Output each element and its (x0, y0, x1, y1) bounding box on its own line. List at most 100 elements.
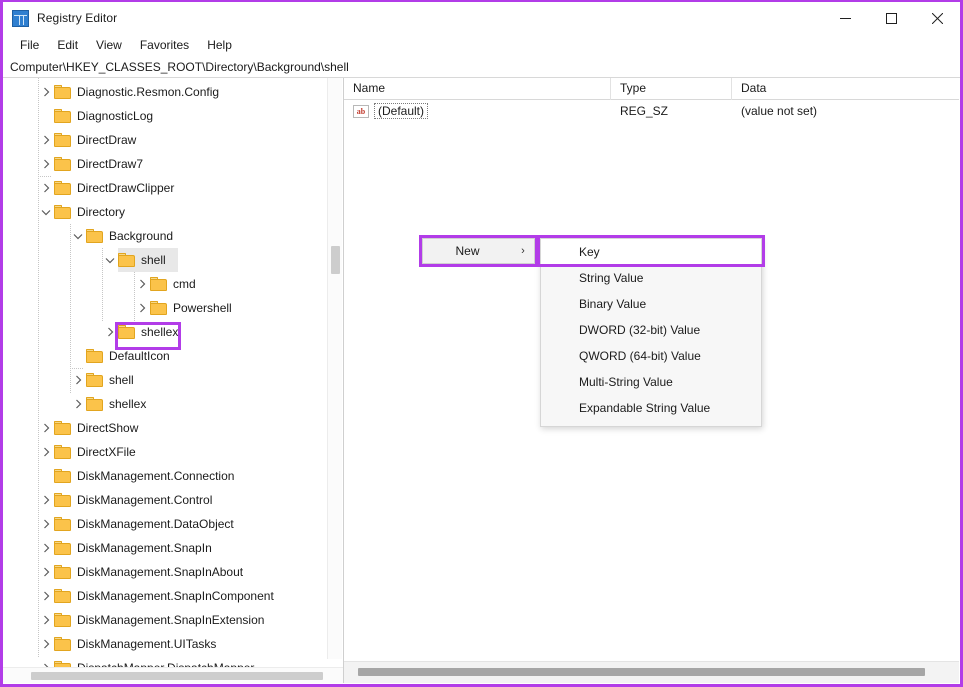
chevron-down-icon[interactable] (38, 200, 54, 224)
tree-item-label: DiskManagement.UITasks (77, 637, 217, 651)
table-row[interactable]: ab (Default) REG_SZ (value not set) (344, 100, 959, 122)
chevron-right-icon[interactable] (38, 128, 54, 152)
close-button[interactable] (914, 2, 960, 34)
column-header-type[interactable]: Type (611, 78, 732, 100)
submenu-item-qword-64-bit-value[interactable]: QWORD (64-bit) Value (541, 343, 761, 369)
folder-icon (54, 493, 71, 507)
folder-icon (54, 157, 71, 171)
folder-icon (54, 469, 71, 483)
chevron-right-icon[interactable] (38, 440, 54, 464)
tree-item-diagnostic-resmon-config[interactable]: Diagnostic.Resmon.Config (3, 80, 325, 104)
tree-item-directdrawclipper[interactable]: DirectDrawClipper (3, 176, 325, 200)
tree-item-diagnosticlog[interactable]: DiagnosticLog (3, 104, 325, 128)
chevron-right-icon[interactable] (38, 488, 54, 512)
menu-edit[interactable]: Edit (48, 35, 87, 56)
tree-item-directshow[interactable]: DirectShow (3, 416, 325, 440)
column-header-data[interactable]: Data (732, 78, 959, 100)
minimize-button[interactable] (822, 2, 868, 34)
chevron-right-icon[interactable] (38, 584, 54, 608)
tree-vertical-scrollbar[interactable] (327, 78, 342, 659)
tree-item-diskmanagement-snapinabout[interactable]: DiskManagement.SnapInAbout (3, 560, 325, 584)
submenu-item-label: Binary Value (579, 297, 647, 311)
tree-item-label: cmd (173, 277, 196, 291)
chevron-right-icon[interactable] (38, 152, 54, 176)
context-menu-new[interactable]: New › (422, 238, 535, 264)
tree-item-defaulticon[interactable]: DefaultIcon (3, 344, 325, 368)
folder-icon (118, 253, 135, 267)
chevron-down-icon[interactable] (102, 248, 118, 272)
submenu-item-binary-value[interactable]: Binary Value (541, 291, 761, 317)
tree-item-label: DiskManagement.Control (77, 493, 213, 507)
chevron-right-icon[interactable] (38, 536, 54, 560)
tree-item-directdraw7[interactable]: DirectDraw7 (3, 152, 325, 176)
tree-item-directdraw[interactable]: DirectDraw (3, 128, 325, 152)
column-header-name[interactable]: Name (344, 78, 611, 100)
chevron-right-icon[interactable] (38, 416, 54, 440)
tree-item-diskmanagement-connection[interactable]: DiskManagement.Connection (3, 464, 325, 488)
chevron-right-icon[interactable] (134, 272, 150, 296)
submenu-item-key[interactable]: Key (541, 239, 761, 265)
chevron-right-icon[interactable] (38, 176, 54, 200)
tree-item-label: shell (141, 253, 166, 267)
tree-item-shell[interactable]: shell (3, 248, 325, 272)
chevron-down-icon[interactable] (70, 224, 86, 248)
chevron-right-icon[interactable] (38, 608, 54, 632)
maximize-button[interactable] (868, 2, 914, 34)
tree-item-shellex[interactable]: shellex (3, 392, 325, 416)
tree-item-label: DiskManagement.Connection (77, 469, 235, 483)
chevron-right-icon[interactable] (70, 392, 86, 416)
address-bar[interactable]: Computer\HKEY_CLASSES_ROOT\Directory\Bac… (3, 57, 960, 78)
tree-item-diskmanagement-snapinextension[interactable]: DiskManagement.SnapInExtension (3, 608, 325, 632)
folder-icon (86, 229, 103, 243)
tree-item-label: Diagnostic.Resmon.Config (77, 85, 220, 99)
tree-item-diskmanagement-snapin[interactable]: DiskManagement.SnapIn (3, 536, 325, 560)
chevron-right-icon[interactable] (38, 632, 54, 656)
tree-item-label: DiskManagement.DataObject (77, 517, 234, 531)
submenu-item-dword-32-bit-value[interactable]: DWORD (32-bit) Value (541, 317, 761, 343)
tree-horizontal-scroll-thumb[interactable] (31, 672, 323, 680)
menu-view[interactable]: View (87, 35, 131, 56)
values-horizontal-scroll-thumb[interactable] (358, 668, 925, 676)
tree-vertical-scroll-thumb[interactable] (331, 246, 340, 274)
menu-favorites[interactable]: Favorites (131, 35, 198, 56)
chevron-right-icon[interactable] (38, 560, 54, 584)
tree-item-diskmanagement-snapincomponent[interactable]: DiskManagement.SnapInComponent (3, 584, 325, 608)
submenu-item-string-value[interactable]: String Value (541, 265, 761, 291)
tree-item-diskmanagement-dataobject[interactable]: DiskManagement.DataObject (3, 512, 325, 536)
registry-path: Computer\HKEY_CLASSES_ROOT\Directory\Bac… (10, 60, 349, 74)
new-submenu[interactable]: Key String Value Binary Value DWORD (32-bit… (540, 238, 762, 427)
chevron-right-icon[interactable] (70, 368, 86, 392)
tree-item-directxfile[interactable]: DirectXFile (3, 440, 325, 464)
value-name-cell[interactable]: ab (Default) (344, 103, 611, 119)
menu-file[interactable]: File (11, 35, 48, 56)
tree-item-background[interactable]: Background (3, 224, 325, 248)
tree-item-powershell[interactable]: Powershell (3, 296, 325, 320)
registry-tree[interactable]: Diagnostic.Resmon.Config DiagnosticLog Dir… (3, 80, 325, 683)
submenu-item-multi-string-value[interactable]: Multi-String Value (541, 369, 761, 395)
tree-item-label: DirectDrawClipper (77, 181, 175, 195)
registry-editor-window: Registry Editor File Edit View Favorites… (0, 0, 963, 687)
folder-icon (150, 301, 167, 315)
chevron-right-icon[interactable] (134, 296, 150, 320)
folder-icon (54, 85, 71, 99)
tree-item-cmd[interactable]: cmd (3, 272, 325, 296)
tree-item-directory[interactable]: Directory (3, 200, 325, 224)
chevron-right-icon[interactable] (38, 80, 54, 104)
submenu-item-expandable-string-value[interactable]: Expandable String Value (541, 395, 761, 421)
tree-item-label: DirectDraw7 (77, 157, 144, 171)
tree-item-label: DefaultIcon (109, 349, 170, 363)
tree-item-label: DiagnosticLog (77, 109, 154, 123)
chevron-right-icon[interactable] (102, 320, 118, 344)
menu-help[interactable]: Help (198, 35, 241, 56)
tree-item-shell[interactable]: shell (3, 368, 325, 392)
tree-item-diskmanagement-control[interactable]: DiskManagement.Control (3, 488, 325, 512)
folder-icon (86, 373, 103, 387)
registry-editor-icon (12, 9, 29, 27)
submenu-item-label: Expandable String Value (579, 401, 711, 415)
tree-item-shellex[interactable]: shellex (3, 320, 325, 344)
values-horizontal-scrollbar[interactable] (344, 661, 959, 683)
tree-item-diskmanagement-uitasks[interactable]: DiskManagement.UITasks (3, 632, 325, 656)
chevron-right-icon[interactable] (38, 512, 54, 536)
tree-horizontal-scrollbar[interactable] (3, 667, 343, 683)
